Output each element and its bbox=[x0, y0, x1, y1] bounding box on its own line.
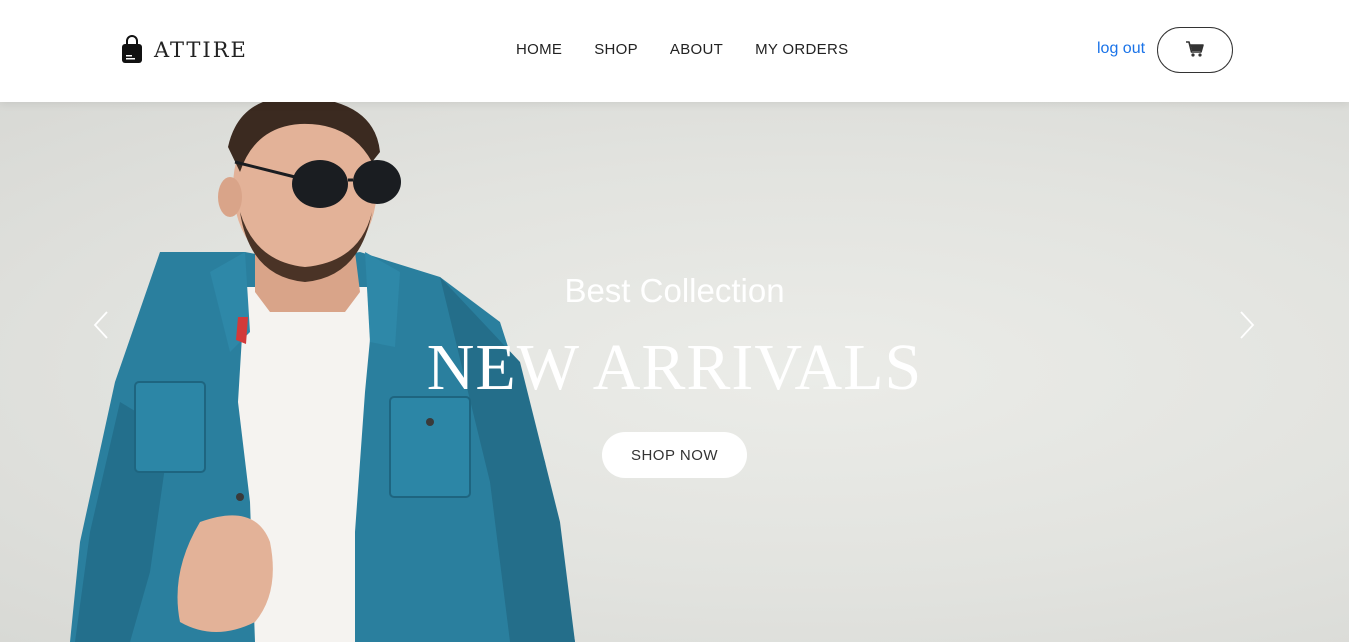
hero-subtitle: Best Collection bbox=[564, 272, 785, 309]
nav-home[interactable]: HOME bbox=[516, 40, 562, 60]
chevron-left-icon[interactable] bbox=[92, 310, 110, 340]
nav-shop[interactable]: SHOP bbox=[594, 40, 638, 60]
brand-logo[interactable]: ATTIRE bbox=[120, 35, 248, 65]
nav-my-orders[interactable]: MY ORDERS bbox=[755, 40, 848, 60]
nav-about[interactable]: ABOUT bbox=[670, 40, 723, 60]
site-header: ATTIRE HOME SHOP ABOUT MY ORDERS log out bbox=[0, 0, 1349, 102]
hero-caption: Best Collection NEW ARRIVALS SHOP NOW bbox=[0, 102, 1349, 642]
main-nav: HOME SHOP ABOUT MY ORDERS bbox=[516, 40, 880, 60]
chevron-right-icon[interactable] bbox=[1238, 310, 1256, 340]
cart-icon bbox=[1186, 40, 1204, 60]
shopping-bag-icon bbox=[120, 35, 144, 65]
logout-link[interactable]: log out bbox=[1097, 38, 1145, 60]
brand-name: ATTIRE bbox=[154, 38, 248, 62]
shop-now-button[interactable]: SHOP NOW bbox=[602, 432, 747, 478]
hero-title: NEW ARRIVALS bbox=[426, 331, 923, 404]
cart-button[interactable] bbox=[1157, 27, 1233, 73]
hero-carousel: Best Collection NEW ARRIVALS SHOP NOW bbox=[0, 102, 1349, 642]
